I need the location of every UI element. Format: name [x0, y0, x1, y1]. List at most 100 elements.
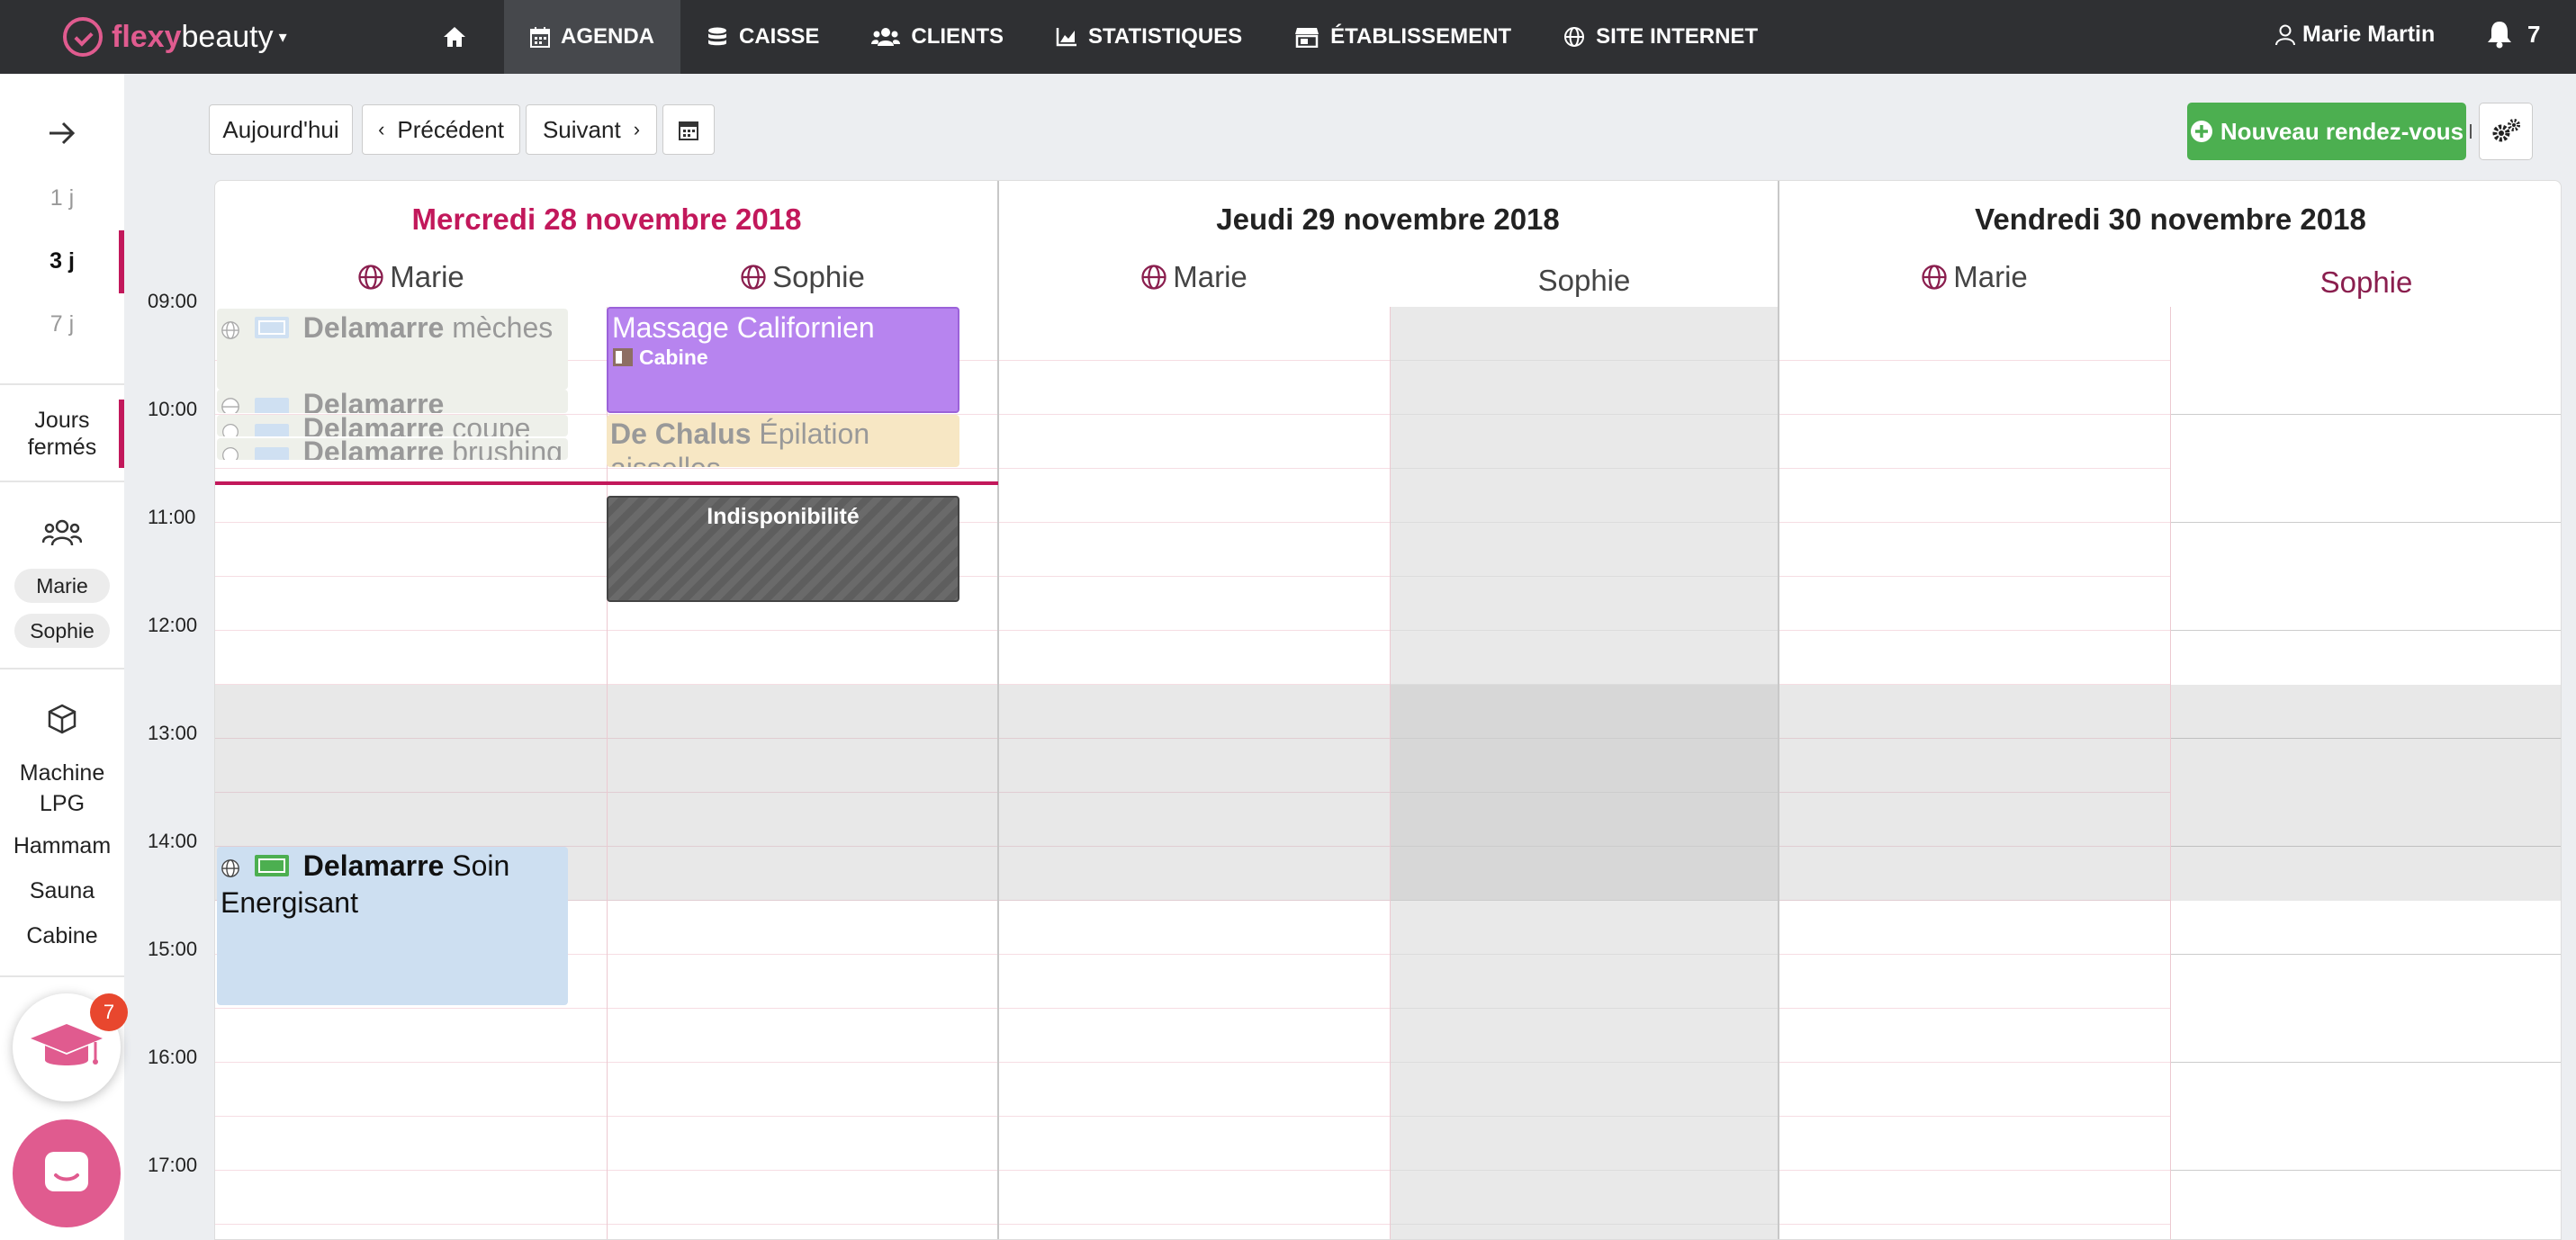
- appointment-client: Delamarre: [302, 438, 445, 460]
- nav-agenda[interactable]: AGENDA: [504, 0, 681, 74]
- main-nav: AGENDA CAISSE CLIENTS STATISTIQUES ÉTABL…: [416, 0, 1784, 74]
- chart-icon: [1056, 28, 1077, 47]
- view-7-days[interactable]: 7 j: [0, 311, 124, 337]
- chat-icon: [45, 1152, 88, 1191]
- globe-icon: [221, 394, 240, 413]
- calendar-grid: Mercredi 28 novembre 2018 Jeudi 29 novem…: [214, 180, 2562, 1240]
- previous-button[interactable]: ‹ Précédent: [362, 104, 520, 155]
- time-label: 11:00: [148, 506, 196, 528]
- nav-home[interactable]: [416, 0, 504, 74]
- globe-icon: [741, 265, 766, 290]
- appointment-room-name: Cabine: [639, 346, 708, 369]
- home-icon: [444, 27, 465, 47]
- globe-icon: [1922, 265, 1947, 290]
- appointment-client: Delamarre: [302, 390, 445, 413]
- time-label: 10:00: [148, 398, 198, 420]
- ticket-icon: [254, 443, 290, 460]
- appointment-card[interactable]: Delamarre coupe: [217, 415, 568, 436]
- gears-icon: [2492, 119, 2520, 142]
- arrow-right-icon: [50, 121, 76, 145]
- resource-divider: [1390, 307, 1391, 1239]
- settings-button[interactable]: [2479, 103, 2533, 160]
- coins-icon: [708, 27, 727, 46]
- nav-clients[interactable]: CLIENTS: [845, 0, 1030, 74]
- appointment-card[interactable]: Delamarre Soin Energisant: [217, 847, 568, 1005]
- globe-icon: [221, 313, 240, 347]
- expand-sidebar-button[interactable]: [0, 121, 124, 152]
- closed-days-indicator: [119, 400, 124, 468]
- learn-badge: 7: [90, 993, 128, 1031]
- notifications-button[interactable]: 7: [2486, 20, 2540, 49]
- globe-icon: [221, 419, 240, 436]
- nav-etablissement[interactable]: ÉTABLISSEMENT: [1268, 0, 1537, 74]
- appointment-card[interactable]: Delamarre brushing: [217, 438, 568, 460]
- today-button[interactable]: Aujourd'hui: [209, 104, 353, 155]
- current-time-indicator: [215, 481, 998, 485]
- appointment-client: Delamarre: [302, 415, 445, 436]
- chat-button[interactable]: [13, 1119, 121, 1227]
- resource-box-icon-wrapper: [0, 704, 124, 741]
- users-icon: [871, 28, 901, 46]
- closed-days-toggle[interactable]: Jours fermés: [0, 407, 124, 461]
- staff-filter-marie[interactable]: Marie: [14, 569, 110, 603]
- appointment-client: Delamarre: [302, 311, 445, 344]
- nav-agenda-label: AGENDA: [561, 24, 655, 49]
- resource-header-marie: Marie: [215, 260, 607, 294]
- sidebar-divider: [0, 668, 124, 669]
- appointment-client: De Chalus: [610, 418, 752, 450]
- ticket-icon: [254, 851, 290, 885]
- nav-etablissement-label: ÉTABLISSEMENT: [1330, 24, 1512, 49]
- ticket-icon: [254, 419, 290, 436]
- globe-icon: [1141, 265, 1166, 290]
- next-button[interactable]: Suivant ›: [526, 104, 657, 155]
- nav-site-internet[interactable]: SITE INTERNET: [1537, 0, 1784, 74]
- time-label: 12:00: [148, 614, 198, 636]
- staff-filter-sophie[interactable]: Sophie: [14, 614, 110, 648]
- user-menu[interactable]: Marie Martin: [2275, 22, 2435, 48]
- nav-statistiques-label: STATISTIQUES: [1088, 24, 1243, 49]
- time-label: 09:00: [148, 290, 198, 312]
- plus-circle-icon: [2190, 121, 2212, 142]
- appointment-room: Cabine: [612, 345, 954, 370]
- nav-caisse-label: CAISSE: [739, 24, 820, 49]
- date-picker-button[interactable]: [662, 104, 715, 155]
- toolbar-separator: [2470, 124, 2472, 139]
- sidebar-divider: [0, 481, 124, 482]
- active-view-indicator: [119, 230, 124, 293]
- nav-statistiques[interactable]: STATISTIQUES: [1030, 0, 1268, 74]
- resource-machine-lpg[interactable]: Machine LPG: [0, 758, 124, 819]
- nav-site-internet-label: SITE INTERNET: [1596, 24, 1759, 49]
- day-header-friday: Vendredi 30 novembre 2018: [1975, 202, 2366, 236]
- appointment-card[interactable]: Delamarre: [217, 390, 568, 413]
- resource-header-sophie: Sophie: [2170, 265, 2561, 300]
- nav-clients-label: CLIENTS: [911, 24, 1004, 49]
- time-label: 13:00: [148, 722, 198, 744]
- resource-hammam[interactable]: Hammam: [0, 833, 124, 859]
- previous-label: Précédent: [397, 115, 504, 143]
- globe-icon: [221, 443, 240, 460]
- globe-icon: [358, 265, 383, 290]
- resource-header-sophie: Sophie: [607, 260, 998, 294]
- room-icon: [613, 348, 633, 366]
- appointment-card[interactable]: De Chalus Épilation aisselles: [607, 415, 959, 467]
- appointment-card[interactable]: Delamarre mèches: [217, 309, 568, 390]
- resource-sauna[interactable]: Sauna: [0, 878, 124, 904]
- appointment-service: brushing: [452, 438, 563, 460]
- app-logo[interactable]: flexy beauty ▾: [63, 14, 287, 59]
- nav-caisse[interactable]: CAISSE: [680, 0, 845, 74]
- day-header-wednesday: Mercredi 28 novembre 2018: [411, 202, 802, 236]
- graduation-cap-icon: [31, 1024, 103, 1065]
- chevron-left-icon: ‹: [378, 118, 385, 140]
- view-1-day[interactable]: 1 j: [0, 185, 124, 211]
- resource-cabine[interactable]: Cabine: [0, 923, 124, 949]
- resource-name: Marie: [390, 260, 464, 293]
- logo-text-part2: beauty: [181, 19, 274, 54]
- new-appointment-label: Nouveau rendez-vous: [2220, 117, 2464, 145]
- appointment-card[interactable]: Massage Californien Cabine: [607, 307, 959, 413]
- chevron-right-icon: ›: [633, 118, 641, 140]
- view-3-days[interactable]: 3 j: [0, 248, 124, 274]
- unavailability-block[interactable]: Indisponibilité: [607, 496, 959, 602]
- ticket-icon: [254, 394, 290, 413]
- new-appointment-button[interactable]: Nouveau rendez-vous: [2187, 103, 2466, 160]
- calendar-icon: [679, 121, 698, 140]
